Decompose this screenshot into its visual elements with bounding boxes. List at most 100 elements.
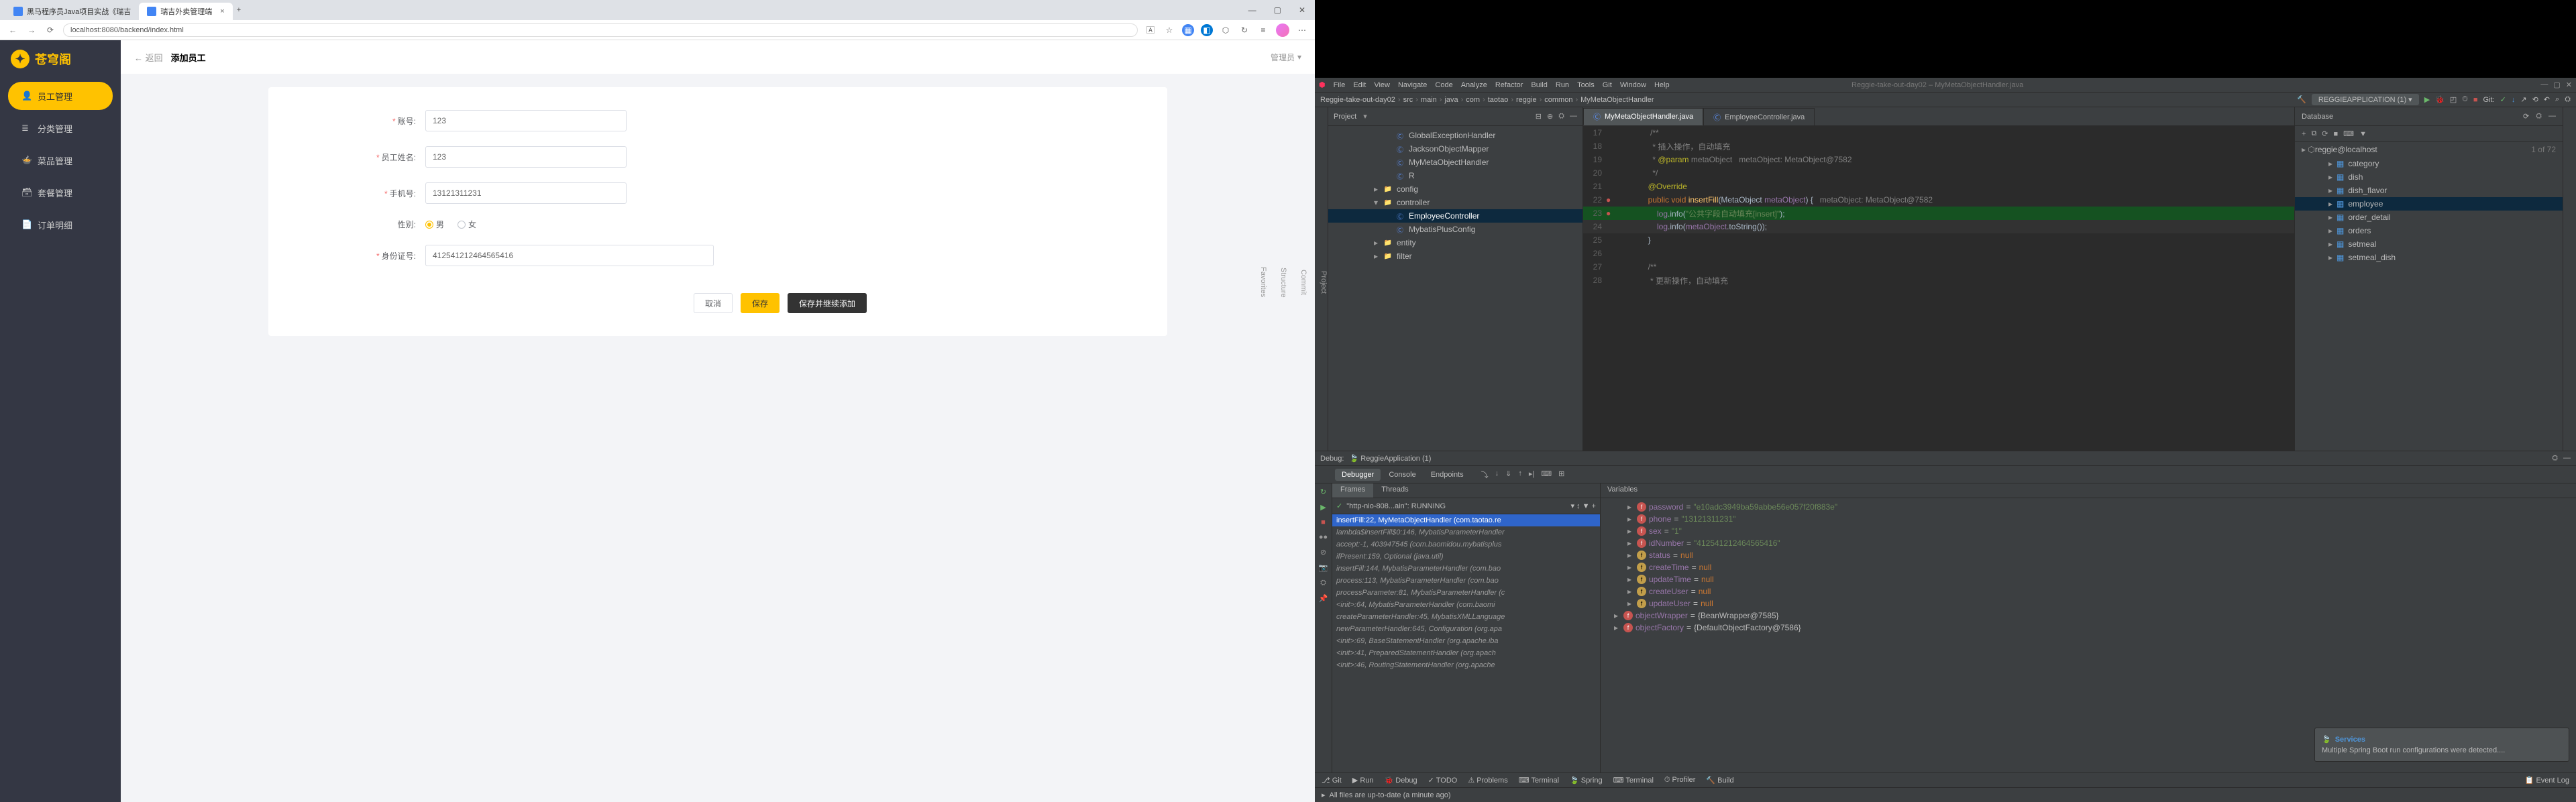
sidebar-item-employee[interactable]: 👤员工管理 <box>8 82 113 110</box>
debug-icon[interactable]: 🐞 <box>2435 95 2445 104</box>
project-tab[interactable]: Project <box>1320 271 1328 294</box>
resume-icon[interactable]: ▶ <box>1320 503 1326 512</box>
forward-icon[interactable]: → <box>25 24 38 36</box>
variable-row[interactable]: ▸f objectWrapper = {BeanWrapper@7585} <box>1601 610 2576 622</box>
menu-navigate[interactable]: Navigate <box>1398 81 1427 89</box>
db-table[interactable]: ▸ ▦ order_detail <box>2295 211 2563 224</box>
force-step-into-icon[interactable]: ⇓ <box>1505 469 1511 480</box>
event-log-button[interactable]: 📋 Event Log <box>2525 776 2569 785</box>
debug-app-name[interactable]: 🍃 ReggieApplication (1) <box>1349 454 1431 463</box>
extension-icon[interactable]: ⬡ <box>1220 24 1232 36</box>
menu-git[interactable]: Git <box>1603 81 1612 89</box>
close-icon[interactable]: × <box>220 7 224 15</box>
maximize-icon[interactable]: ▢ <box>2553 80 2560 89</box>
hide-icon[interactable]: — <box>2548 112 2556 121</box>
new-tab-button[interactable]: + <box>237 6 241 14</box>
stack-frame[interactable]: process:113, MybatisParameterHandler (co… <box>1332 575 1600 587</box>
gear-icon[interactable]: ⛭ <box>2552 454 2558 463</box>
reload-icon[interactable]: ⟳ <box>44 24 56 36</box>
status-item-terminal[interactable]: ⌨ Terminal <box>1519 776 1559 785</box>
menu-analyze[interactable]: Analyze <box>1461 81 1487 89</box>
tree-node[interactable]: ⒸJacksonObjectMapper <box>1328 142 1582 156</box>
variable-row[interactable]: ▸f updateTime = null <box>1601 573 2576 585</box>
breadcrumb-item[interactable]: Reggie-take-out-day02 <box>1320 96 1395 104</box>
evaluate-icon[interactable]: ⌨ <box>1541 469 1552 480</box>
menu-build[interactable]: Build <box>1531 81 1547 89</box>
close-icon[interactable]: ✕ <box>2566 80 2572 89</box>
account-input[interactable] <box>425 110 627 131</box>
menu-help[interactable]: Help <box>1654 81 1670 89</box>
menu-window[interactable]: Window <box>1620 81 1646 89</box>
sidebar-item-dish[interactable]: 🍲菜品管理 <box>8 146 113 174</box>
db-host[interactable]: reggie@localhost <box>2315 145 2377 154</box>
hide-icon[interactable]: — <box>1570 112 1577 121</box>
status-item-git[interactable]: ⎇ Git <box>1322 776 1342 785</box>
variable-row[interactable]: ▸f sex = "1" <box>1601 525 2576 537</box>
extension-icon[interactable]: ↻ <box>1238 24 1250 36</box>
stack-frame[interactable]: newParameterHandler:645, Configuration (… <box>1332 623 1600 635</box>
id-input[interactable] <box>425 245 714 266</box>
build-icon[interactable]: 🔨 <box>2297 95 2306 104</box>
tree-node[interactable]: ⒸEmployeeController <box>1328 209 1582 223</box>
variable-row[interactable]: ▸f idNumber = "412541212464565416" <box>1601 537 2576 549</box>
step-into-icon[interactable]: ↓ <box>1495 469 1499 480</box>
run-config-dropdown[interactable]: REGGIEAPPLICATION (1) ▾ <box>2312 94 2419 105</box>
frames-tab[interactable]: Frames <box>1332 483 1373 498</box>
back-icon[interactable]: ← <box>7 24 19 36</box>
mute-icon[interactable]: ⊘ <box>1320 548 1326 557</box>
breadcrumb-item[interactable]: common <box>1544 96 1572 104</box>
menu-edit[interactable]: Edit <box>1353 81 1366 89</box>
settings-icon[interactable]: ⛭ <box>2565 95 2571 104</box>
sidebar-item-category[interactable]: ≣分类管理 <box>8 114 113 142</box>
add-icon[interactable]: + <box>2302 130 2306 138</box>
db-table[interactable]: ▸ ▦ setmeal <box>2295 237 2563 251</box>
select-opened-icon[interactable]: ⊕ <box>1547 112 1553 121</box>
menu-refactor[interactable]: Refactor <box>1495 81 1523 89</box>
code-editor[interactable]: 17 /**18 * 插入操作，自动填充19 * @param metaObje… <box>1583 126 2294 451</box>
browser-tab[interactable]: 黑马程序员Java项目实战《瑞吉 <box>5 3 139 20</box>
tree-node[interactable]: ⒸGlobalExceptionHandler <box>1328 129 1582 142</box>
variable-row[interactable]: ▸f createTime = null <box>1601 561 2576 573</box>
status-item-problems[interactable]: ⚠ Problems <box>1468 776 1507 785</box>
thread-selector[interactable]: ✓ "http-nio-808...ain": RUNNING ▾ ↕ ▼ + <box>1332 498 1600 514</box>
tree-node[interactable]: ▸📁filter <box>1328 249 1582 263</box>
cancel-button[interactable]: 取消 <box>694 293 733 313</box>
breadcrumb-item[interactable]: src <box>1403 96 1413 104</box>
breadcrumb-item[interactable]: reggie <box>1516 96 1537 104</box>
db-table[interactable]: ▸ ▦ dish_flavor <box>2295 184 2563 197</box>
sync-icon[interactable]: ⟳ <box>2322 129 2328 138</box>
notification-popup[interactable]: 🍃Services Multiple Spring Boot run confi… <box>2314 728 2569 762</box>
url-bar[interactable]: localhost:8080/backend/index.html <box>63 23 1138 37</box>
maximize-icon[interactable]: ▢ <box>1270 4 1285 16</box>
role-dropdown[interactable]: 管理员 ▾ <box>1271 52 1301 63</box>
variable-row[interactable]: ▸f updateUser = null <box>1601 597 2576 610</box>
extension-icon[interactable]: ≡ <box>1257 24 1269 36</box>
profile-avatar[interactable] <box>1276 23 1289 37</box>
back-button[interactable]: ← 返回 <box>134 51 163 64</box>
status-item-run[interactable]: ▶ Run <box>1352 776 1374 785</box>
bookmark-icon[interactable]: ☆ <box>1163 24 1175 36</box>
history-icon[interactable]: ⟲ <box>2532 95 2538 104</box>
variable-row[interactable]: ▸f password = "e10adc3949ba59abbe56e057f… <box>1601 501 2576 513</box>
rerun-icon[interactable]: ↻ <box>1320 488 1326 496</box>
tree-node[interactable]: ⒸR <box>1328 169 1582 182</box>
stack-frame[interactable]: createParameterHandler:45, MybatisXMLLan… <box>1332 611 1600 623</box>
browser-tab-active[interactable]: 瑞吉外卖管理端 × <box>139 3 232 20</box>
menu-view[interactable]: View <box>1374 81 1390 89</box>
status-item-debug[interactable]: 🐞 Debug <box>1385 776 1417 785</box>
db-table[interactable]: ▸ ▦ dish <box>2295 170 2563 184</box>
stack-frame[interactable]: accept:-1, 403947545 (com.baomidou.mybat… <box>1332 538 1600 551</box>
favorites-tab[interactable]: Favorites <box>1259 267 1267 297</box>
gear-icon[interactable]: ⛭ <box>1558 112 1564 121</box>
editor-tab[interactable]: Ⓒ EmployeeController.java <box>1703 108 1815 125</box>
status-item-build[interactable]: 🔨 Build <box>1706 776 1733 785</box>
tree-node[interactable]: ▸📁config <box>1328 182 1582 196</box>
tree-node[interactable]: ▾📁controller <box>1328 196 1582 209</box>
menu-tools[interactable]: Tools <box>1577 81 1595 89</box>
status-item-terminal[interactable]: ⌨ Terminal <box>1613 776 1654 785</box>
camera-icon[interactable]: 📷 <box>1319 563 1328 572</box>
run-to-cursor-icon[interactable]: ▸| <box>1529 469 1534 480</box>
stack-frame[interactable]: lambda$insertFill$0:146, MybatisParamete… <box>1332 526 1600 538</box>
collapse-icon[interactable]: ⊟ <box>1536 112 1542 121</box>
menu-run[interactable]: Run <box>1556 81 1569 89</box>
